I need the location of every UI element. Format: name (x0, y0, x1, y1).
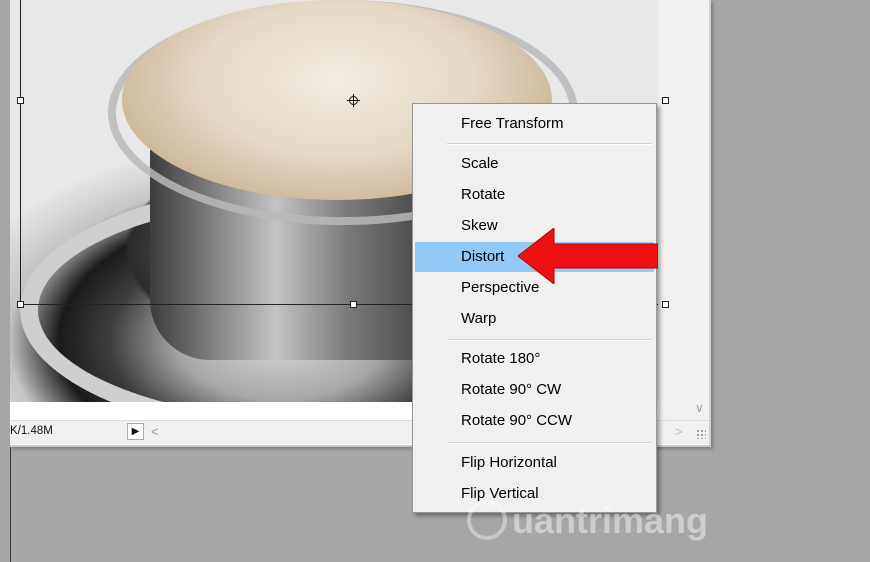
status-menu-arrow-icon[interactable]: ▶ (127, 423, 144, 440)
document-size-readout: K/1.48M (10, 425, 53, 437)
menu-item-free-transform[interactable]: Free Transform (415, 109, 654, 139)
menu-separator (447, 143, 652, 145)
scroll-left-icon[interactable]: < (151, 424, 159, 439)
transform-handle-right-middle[interactable] (662, 97, 669, 104)
transform-handle-bottom-right[interactable] (662, 301, 669, 308)
transform-context-menu: Free Transform Scale Rotate Skew Distort… (412, 103, 657, 513)
menu-separator (447, 339, 652, 341)
watermark-logo-icon (467, 500, 507, 540)
transform-handle-bottom-left[interactable] (17, 301, 24, 308)
transform-handle-left-middle[interactable] (17, 97, 24, 104)
vertical-scrollbar[interactable] (658, 0, 709, 420)
reference-point-crosshair (347, 100, 360, 101)
menu-item-rotate-90-ccw[interactable]: Rotate 90° CCW (415, 406, 654, 436)
scroll-down-icon[interactable]: ∨ (695, 401, 704, 415)
red-arrow-icon (518, 228, 658, 284)
menu-item-warp[interactable]: Warp (415, 304, 654, 334)
resize-grip-icon[interactable] (696, 429, 706, 439)
transform-handle-bottom-middle[interactable] (350, 301, 357, 308)
menu-item-flip-horizontal[interactable]: Flip Horizontal (415, 448, 654, 478)
menu-item-rotate[interactable]: Rotate (415, 180, 654, 210)
menu-item-scale[interactable]: Scale (415, 149, 654, 179)
watermark-text: uantrimang (512, 500, 709, 541)
menu-item-rotate-180[interactable]: Rotate 180° (415, 344, 654, 374)
menu-item-rotate-90-cw[interactable]: Rotate 90° CW (415, 375, 654, 405)
menu-separator (447, 442, 652, 444)
scroll-right-icon[interactable]: > (675, 424, 683, 439)
